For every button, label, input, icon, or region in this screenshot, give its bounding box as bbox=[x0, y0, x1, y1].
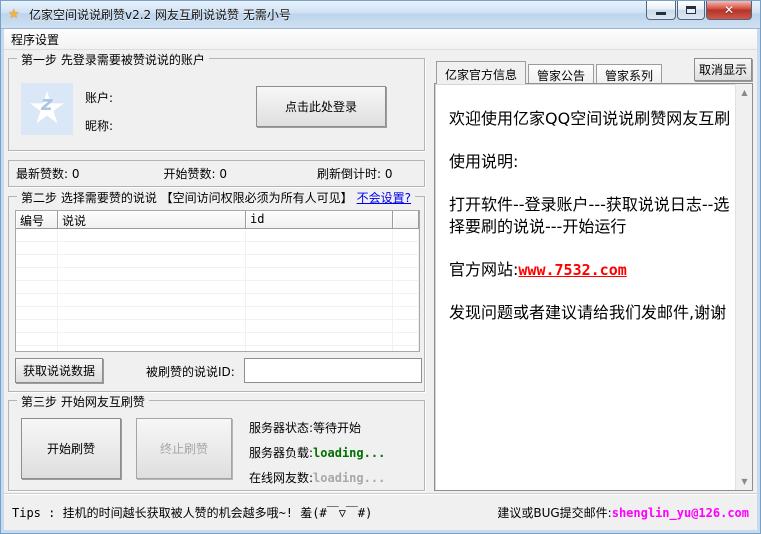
email-label: 建议或BUG提交邮件: bbox=[497, 506, 611, 520]
help-link[interactable]: 不会设置? bbox=[357, 189, 411, 206]
info-scrollbar[interactable]: ▲ ▼ bbox=[735, 84, 752, 490]
usage-steps: 打开软件--登录账户---获取说说日志--选择要刷的说说---开始运行 bbox=[449, 194, 731, 238]
latest-likes-label: 最新赞数: bbox=[16, 167, 68, 181]
welcome-text: 欢迎使用亿家QQ空间说说刷赞网友互刷 bbox=[449, 108, 731, 130]
info-tabbar: 亿家官方信息 管家公告 管家系列 bbox=[436, 61, 664, 84]
website-link[interactable]: www.7532.com bbox=[518, 261, 626, 279]
latest-likes-value: 0 bbox=[72, 167, 80, 181]
info-content: 欢迎使用亿家QQ空间说说刷赞网友互刷 使用说明: 打开软件--登录账户---获取… bbox=[435, 84, 735, 490]
close-button[interactable]: ✕ bbox=[706, 1, 752, 20]
step2-header: 第二步 选择需要赞的说说 【空间访问权限必须为所有人可见】 不会设置? bbox=[17, 189, 415, 206]
info-panel: 欢迎使用亿家QQ空间说说刷赞网友互刷 使用说明: 打开软件--登录账户---获取… bbox=[434, 83, 753, 491]
step2-title: 第二步 选择需要赞的说说 【空间访问权限必须为所有人可见】 bbox=[21, 189, 353, 206]
fetch-data-button[interactable]: 获取说说数据 bbox=[15, 358, 103, 383]
stop-boost-button: 终止刷赞 bbox=[136, 418, 232, 479]
step3-group: 第三步 开始网友互刷赞 开始刷赞 终止刷赞 服务器状态:等待开始 服务器负载:l… bbox=[8, 400, 425, 491]
feedback-text: 发现问题或者建议请给我们发邮件,谢谢 bbox=[449, 302, 731, 324]
tab-official-info[interactable]: 亿家官方信息 bbox=[436, 61, 526, 84]
refresh-countdown: 刷新倒计时: 0 bbox=[317, 165, 393, 182]
usage-title: 使用说明: bbox=[449, 151, 731, 173]
table-header: 编号 说说 id bbox=[16, 211, 419, 229]
shuoshuo-table: 编号 说说 id bbox=[15, 210, 420, 352]
tab-series[interactable]: 管家系列 bbox=[596, 64, 662, 84]
online-users-value: loading... bbox=[313, 471, 385, 485]
refresh-countdown-value: 0 bbox=[385, 167, 393, 181]
window-title: 亿家空间说说刷赞v2.2 网友互刷说说赞 无需小号 bbox=[29, 6, 291, 23]
start-likes-label: 开始赞数: bbox=[164, 167, 216, 181]
website-label: 官方网站: bbox=[449, 260, 518, 279]
tips-text: Tips : 挂机的时间越长获取被人赞的机会越多哦~! 羞(#￣▽￣#) bbox=[12, 504, 372, 521]
step1-title: 第一步 先登录需要被赞说说的账户 bbox=[17, 51, 209, 68]
table-row[interactable] bbox=[16, 242, 419, 255]
start-likes-value: 0 bbox=[219, 167, 227, 181]
server-load-value: loading... bbox=[313, 446, 385, 460]
cancel-display-button[interactable]: 取消显示 bbox=[694, 58, 752, 81]
latest-likes: 最新赞数: 0 bbox=[16, 165, 80, 182]
stats-panel: 最新赞数: 0 开始赞数: 0 刷新倒计时: 0 bbox=[8, 160, 425, 187]
server-status-value: 等待开始 bbox=[313, 421, 361, 435]
tab-announcement[interactable]: 管家公告 bbox=[528, 64, 594, 84]
title-bar[interactable]: ★ 亿家空间说说刷赞v2.2 网友互刷说说赞 无需小号 ✕ bbox=[1, 1, 760, 29]
menu-bar: 程序设置 bbox=[4, 29, 757, 50]
server-status-line: 服务器状态:等待开始 bbox=[249, 419, 361, 436]
target-id-input[interactable] bbox=[244, 358, 422, 383]
table-row[interactable] bbox=[16, 320, 419, 333]
table-row[interactable] bbox=[16, 255, 419, 268]
qzone-avatar-icon: ★ z bbox=[21, 83, 73, 135]
close-icon: ✕ bbox=[724, 4, 734, 16]
account-label: 账户: bbox=[85, 89, 113, 106]
step1-group: 第一步 先登录需要被赞说说的账户 ★ z 账户: 昵称: 点击此处登录 bbox=[8, 58, 425, 151]
column-header-extra[interactable] bbox=[393, 211, 419, 228]
client-area: 第一步 先登录需要被赞说说的账户 ★ z 账户: 昵称: 点击此处登录 最新赞数… bbox=[4, 50, 757, 530]
server-load-line: 服务器负载:loading... bbox=[249, 444, 385, 461]
server-status-label: 服务器状态: bbox=[249, 421, 313, 435]
column-header-shuoshuo[interactable]: 说说 bbox=[58, 211, 246, 228]
table-row[interactable] bbox=[16, 346, 419, 352]
app-window: ★ 亿家空间说说刷赞v2.2 网友互刷说说赞 无需小号 ✕ 程序设置 第一步 先… bbox=[0, 0, 761, 534]
step3-title: 第三步 开始网友互刷赞 bbox=[17, 393, 149, 410]
scroll-down-icon[interactable]: ▼ bbox=[736, 473, 753, 490]
server-load-label: 服务器负载: bbox=[249, 446, 313, 460]
online-users-label: 在线网友数: bbox=[249, 471, 313, 485]
window-controls: ✕ bbox=[645, 1, 752, 20]
table-row[interactable] bbox=[16, 333, 419, 346]
column-header-id[interactable]: id bbox=[246, 211, 393, 228]
shuoshuo-table-body bbox=[16, 229, 419, 351]
start-likes: 开始赞数: 0 bbox=[164, 165, 228, 182]
scroll-up-icon[interactable]: ▲ bbox=[736, 84, 753, 101]
login-button[interactable]: 点击此处登录 bbox=[256, 86, 386, 127]
table-row[interactable] bbox=[16, 307, 419, 320]
minimize-icon bbox=[656, 12, 666, 15]
nickname-label: 昵称: bbox=[85, 117, 113, 134]
maximize-button[interactable] bbox=[677, 1, 705, 20]
table-row[interactable] bbox=[16, 229, 419, 242]
feedback-email-line: 建议或BUG提交邮件:shenglin_yu@126.com bbox=[497, 504, 749, 521]
table-row[interactable] bbox=[16, 268, 419, 281]
qzone-z-glyph: z bbox=[41, 91, 53, 115]
app-star-icon: ★ bbox=[8, 7, 24, 23]
step2-group: 第二步 选择需要赞的说说 【空间访问权限必须为所有人可见】 不会设置? 编号 说… bbox=[8, 196, 425, 392]
table-row[interactable] bbox=[16, 294, 419, 307]
footer-bar: Tips : 挂机的时间越长获取被人赞的机会越多哦~! 羞(#￣▽￣#) 建议或… bbox=[4, 494, 757, 530]
menu-item-settings[interactable]: 程序设置 bbox=[4, 29, 66, 50]
maximize-icon bbox=[686, 6, 696, 14]
website-line: 官方网站:www.7532.com bbox=[449, 259, 731, 281]
table-row[interactable] bbox=[16, 281, 419, 294]
column-header-number[interactable]: 编号 bbox=[16, 211, 58, 228]
online-users-line: 在线网友数:loading... bbox=[249, 469, 385, 486]
start-boost-button[interactable]: 开始刷赞 bbox=[21, 418, 121, 479]
target-id-label: 被刷赞的说说ID: bbox=[146, 363, 235, 380]
refresh-countdown-label: 刷新倒计时: bbox=[317, 167, 381, 181]
email-link[interactable]: shenglin_yu@126.com bbox=[612, 506, 749, 520]
minimize-button[interactable] bbox=[646, 1, 676, 20]
